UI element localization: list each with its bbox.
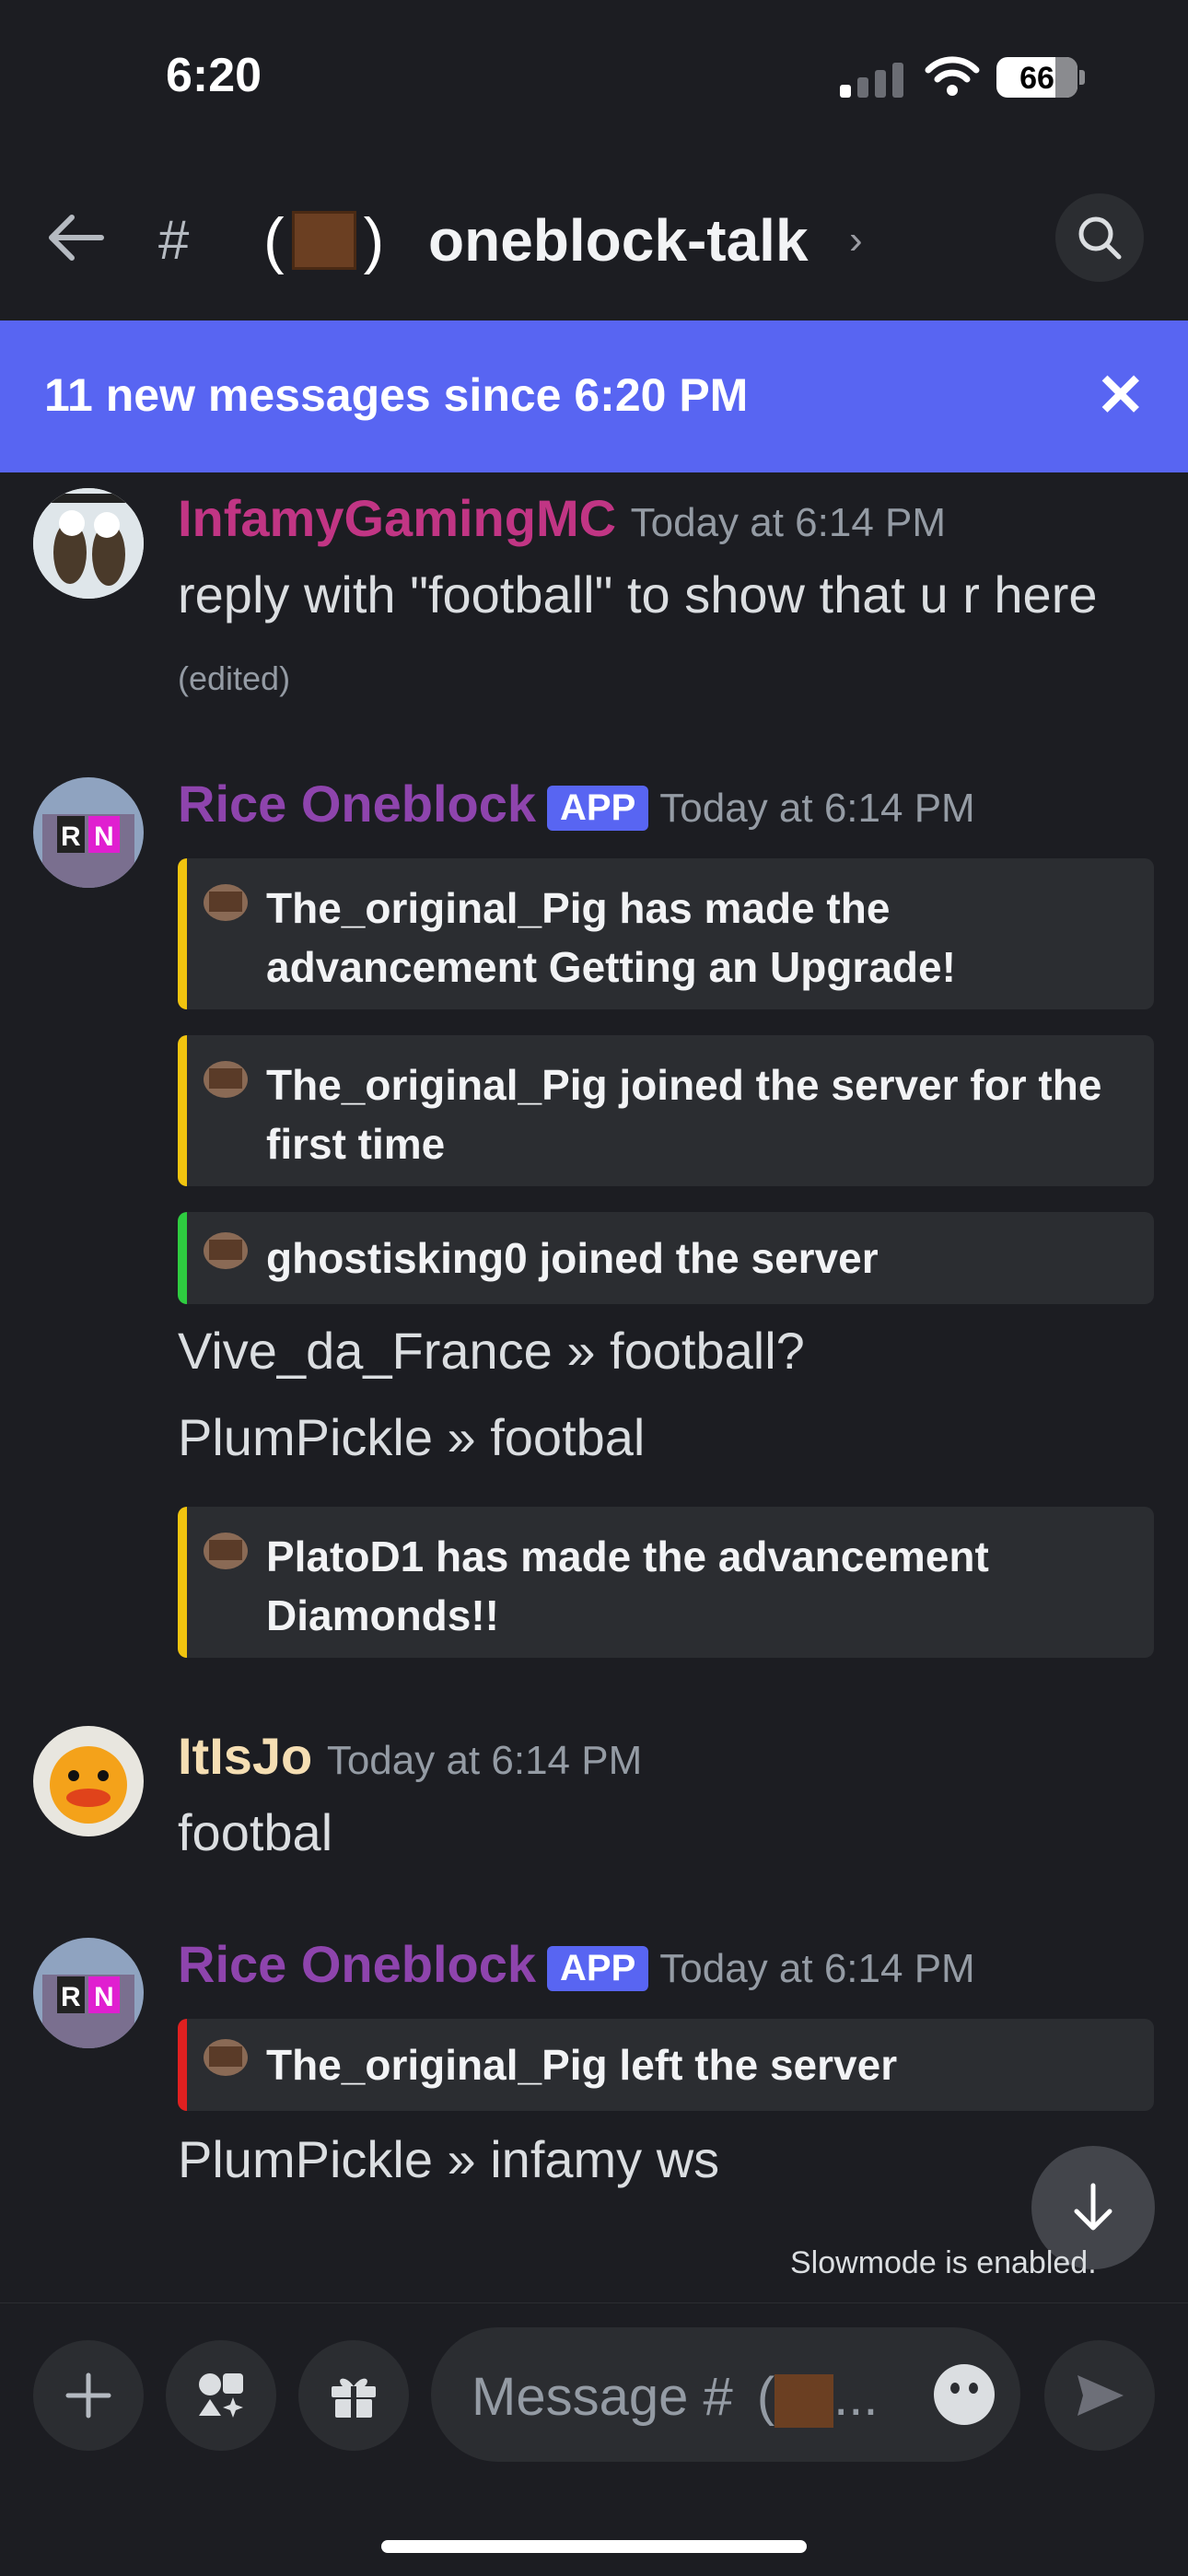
battery-level: 66 [1019,61,1054,96]
apps-icon [199,2373,243,2418]
embed: The_original_Pig joined the server for t… [178,1035,1154,1186]
message-text: reply with "football" to show that u r h… [178,565,1098,624]
embed: ghostisking0 joined the server [178,1212,1154,1304]
message-timestamp: Today at 6:14 PM [630,500,947,545]
signal-icon [840,61,904,98]
message-timestamp: Today at 6:14 PM [659,786,975,831]
gift-button[interactable] [298,2340,409,2451]
chat-bridge-line: PlumPickle » infamy ws [178,2130,720,2188]
slowmode-notice: Slowmode is enabled. [790,2245,1097,2280]
status-bar: 6:20 66 [0,0,1188,157]
embed-text: PlatoD1 has made the advancement Diamond… [266,1533,989,1639]
author-name[interactable]: InfamyGamingMC [178,489,616,547]
home-indicator[interactable] [381,2540,807,2553]
avatar[interactable]: R N [33,777,144,888]
message-timestamp: Today at 6:14 PM [659,1946,975,1991]
edited-label: (edited) [178,659,291,697]
close-icon[interactable]: ✕ [1096,361,1146,430]
svg-text:R: R [61,1982,81,2012]
chat-bridge-line: Vive_da_France » football? [178,1322,805,1380]
chat-bridge-line: PlumPickle » footbal [178,1408,646,1466]
search-button[interactable] [1055,193,1144,282]
message-author[interactable]: InfamyGamingMC Today at 6:14 PM [178,488,946,548]
svg-text:N: N [94,1982,114,2012]
message-author[interactable]: Rice Oneblock APP Today at 6:14 PM [178,1934,975,1994]
plus-icon [65,2372,111,2419]
chevron-right-icon[interactable]: › [849,217,863,263]
embed: The_original_Pig left the server [178,2019,1154,2111]
send-button[interactable] [1044,2340,1155,2451]
wifi-icon [925,56,980,96]
avatar[interactable] [33,488,144,599]
author-name[interactable]: ItIsJo [178,1727,312,1785]
embed-text: The_original_Pig has made the advancemen… [266,884,956,991]
author-name[interactable]: Rice Oneblock [178,1935,536,1993]
player-head-icon [204,1061,248,1098]
apps-button[interactable] [166,2340,276,2451]
embed-text: The_original_Pig joined the server for t… [266,1061,1102,1168]
message-timestamp: Today at 6:14 PM [326,1738,643,1783]
status-time: 6:20 [166,49,262,102]
message-content: reply with "football" to show that u r h… [178,556,1145,717]
search-icon [1078,216,1122,260]
embed: The_original_Pig has made the advancemen… [178,858,1154,1009]
player-head-icon [204,884,248,921]
battery-icon: 66 [996,57,1077,98]
embed: PlatoD1 has made the advancement Diamond… [178,1507,1154,1658]
message-composer: Message # (... [0,2302,1188,2576]
add-attachment-button[interactable] [33,2340,144,2451]
message-author[interactable]: Rice Oneblock APP Today at 6:14 PM [178,774,975,833]
message-author[interactable]: ItIsJo Today at 6:14 PM [178,1726,642,1786]
channel-title[interactable]: oneblock-talk [428,206,809,274]
app-badge: APP [547,1945,649,1991]
player-head-icon [204,1533,248,1569]
send-icon [1077,2375,1124,2416]
channel-header: # () oneblock-talk › [0,157,1188,321]
back-arrow-icon[interactable] [46,212,105,263]
gift-icon [332,2378,376,2418]
new-messages-text: 11 new messages since 6:20 PM [44,369,749,421]
avatar[interactable] [33,1726,144,1836]
player-head-icon [204,1232,248,1269]
svg-text:N: N [94,822,114,852]
author-name[interactable]: Rice Oneblock [178,775,536,833]
message-input[interactable]: Message # (... [431,2327,1020,2462]
embed-text: ghostisking0 joined the server [266,1234,879,1282]
channel-emoji: () [263,205,385,275]
hash-icon: # [158,209,190,271]
app-badge: APP [547,785,649,831]
arrow-down-icon [1074,2183,1112,2231]
message-placeholder: Message # (... [472,2367,879,2428]
embed-text: The_original_Pig left the server [266,2041,898,2089]
player-head-icon [204,2039,248,2076]
new-messages-banner[interactable]: 11 new messages since 6:20 PM ✕ [0,321,1188,472]
emoji-icon[interactable] [934,2364,995,2425]
svg-text:R: R [61,822,81,852]
avatar[interactable]: R N [33,1938,144,2048]
message-text: footbal [178,1803,333,1861]
